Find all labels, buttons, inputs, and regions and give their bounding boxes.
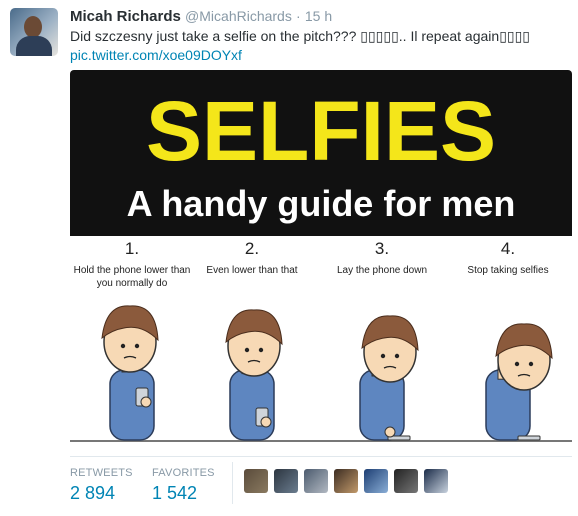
tweet-timestamp[interactable]: 15 h (305, 8, 332, 24)
tweet-media-link[interactable]: pic.twitter.com/xoe09DOYxf (70, 47, 242, 63)
favoriter-avatar-5[interactable] (364, 469, 388, 493)
figure-eye-right-4 (528, 361, 534, 367)
figure-eye-left-4 (514, 361, 520, 367)
tweet-text-block: Did szczesny just take a selfie on the p… (70, 27, 570, 65)
step-caption-1: Hold the phone lower than (74, 265, 191, 276)
step-caption-3: Lay the phone down (337, 265, 427, 276)
favoriter-avatar-6[interactable] (394, 469, 418, 493)
step-number-3: 3. (375, 239, 389, 258)
header-separator: · (296, 8, 301, 24)
step-caption-2: Even lower than that (206, 265, 297, 276)
profile-avatar[interactable] (10, 8, 58, 56)
favorites-count[interactable]: 1 542 (152, 483, 215, 504)
author-name[interactable]: Micah Richards (70, 8, 181, 25)
favoriter-avatar-3[interactable] (304, 469, 328, 493)
figure-eye-right-3 (394, 353, 400, 359)
figure-eye-left-2 (244, 347, 250, 353)
step-caption-4: Stop taking selfies (467, 265, 548, 276)
figure-hand-3 (384, 426, 396, 438)
figure-shirt-2 (229, 369, 275, 441)
stats-vertical-divider (232, 462, 233, 504)
selfie-comic: SELFIES A handy guide for men 1. Hold the… (70, 70, 572, 446)
favorites-label: FAVORITES (152, 467, 215, 479)
stats-divider (70, 456, 572, 457)
figure-eye-right-1 (134, 343, 140, 349)
favorites-stat[interactable]: FAVORITES 1 542 (152, 467, 215, 504)
favoriter-avatar-1[interactable] (244, 469, 268, 493)
figure-hand-2 (260, 416, 272, 428)
favoriter-avatar-2[interactable] (274, 469, 298, 493)
author-handle[interactable]: @MicahRichards (185, 8, 292, 24)
step-number-4: 4. (501, 239, 515, 258)
retweets-label: RETWEETS (70, 467, 133, 479)
figure-eye-left-1 (120, 343, 126, 349)
avatar-face (24, 16, 42, 38)
retweets-stat[interactable]: RETWEETS 2 894 (70, 467, 133, 504)
tweet-header: Micah Richards @MicahRichards · 15 h (70, 8, 332, 25)
avatar-body (16, 36, 52, 56)
figure-eye-left-3 (380, 353, 386, 359)
tweet-text: Did szczesny just take a selfie on the p… (70, 28, 531, 44)
phone-abandoned (517, 435, 541, 441)
step-number-2: 2. (245, 239, 259, 258)
comic-subtitle: A handy guide for men (127, 183, 516, 224)
step-caption-line2-1: you normally do (97, 278, 168, 289)
step-number-1: 1. (125, 239, 139, 258)
favoriter-avatar-4[interactable] (334, 469, 358, 493)
retweets-count[interactable]: 2 894 (70, 483, 133, 504)
favoriter-avatar-7[interactable] (424, 469, 448, 493)
figure-hand-1 (140, 396, 152, 408)
comic-title: SELFIES (146, 84, 496, 178)
tweet-media-image[interactable]: SELFIES A handy guide for men 1. Hold the… (70, 70, 572, 446)
figure-eye-right-2 (258, 347, 264, 353)
